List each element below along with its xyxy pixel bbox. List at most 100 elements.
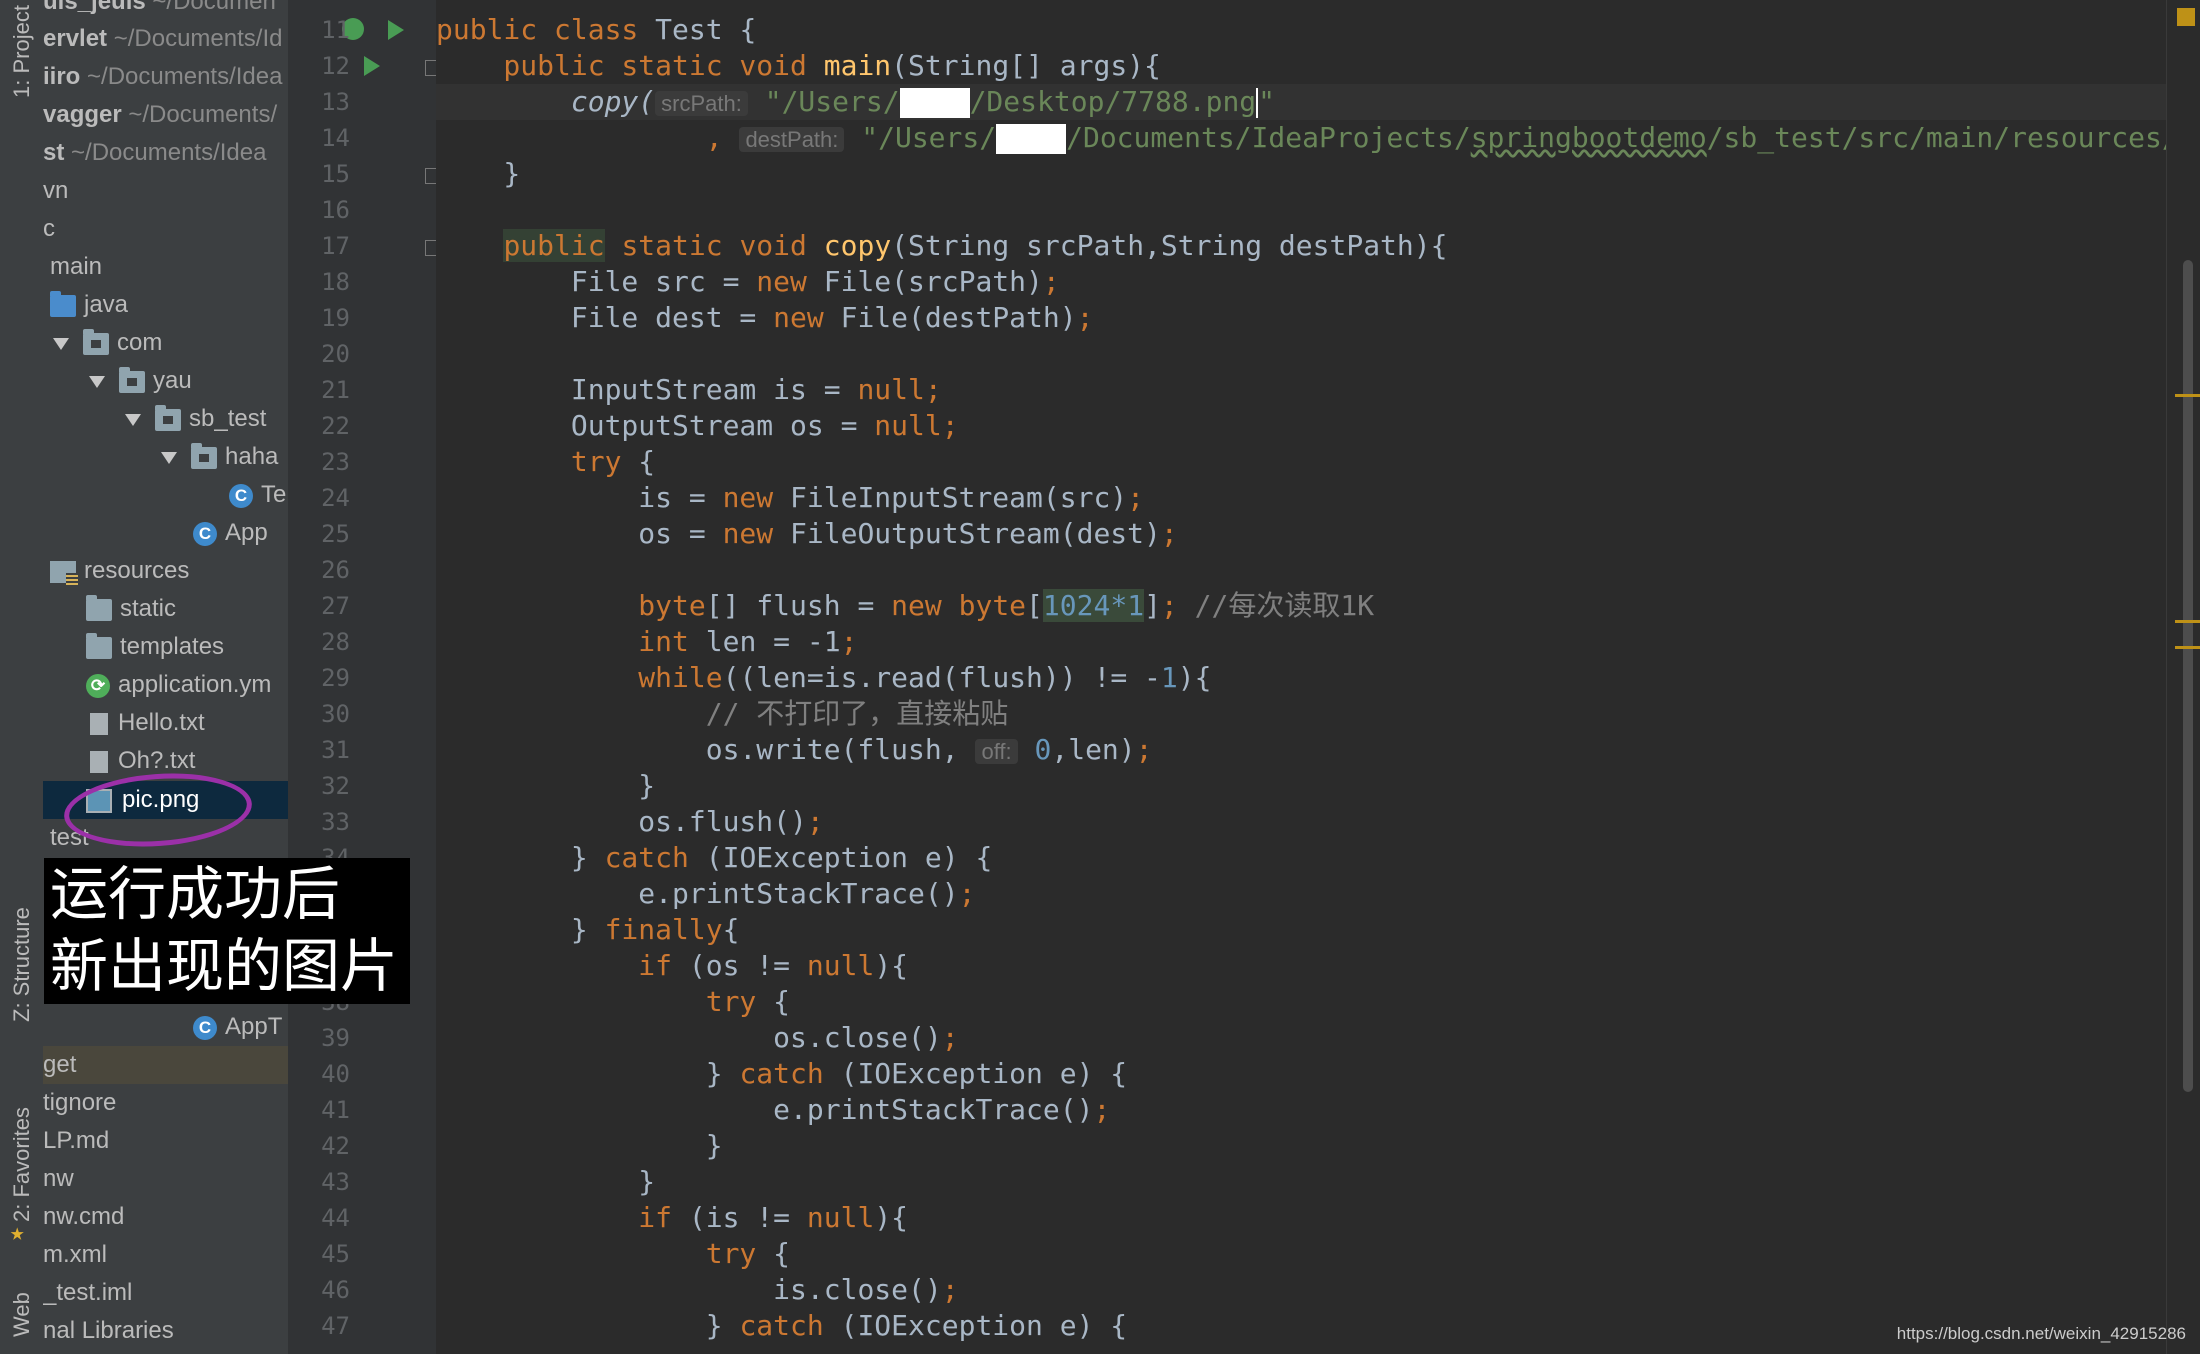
expand-arrow-icon[interactable]: [53, 337, 69, 350]
tree-item-sb-test[interactable]: sb_test: [43, 400, 288, 438]
line-number: 28: [321, 628, 350, 656]
tree-item[interactable]: m.xml: [43, 1236, 288, 1274]
line-number: 40: [321, 1060, 350, 1088]
editor-scrollbar[interactable]: [2166, 0, 2200, 1354]
tree-item-app[interactable]: C App: [43, 514, 288, 552]
tree-item-yau[interactable]: yau: [43, 362, 288, 400]
tree-item-label: Hello.txt: [118, 709, 205, 736]
line-number: 26: [321, 556, 350, 584]
tree-item-label: get: [43, 1051, 77, 1078]
line-number: 23: [321, 448, 350, 476]
project-tab-label: 1: Project: [9, 5, 34, 99]
warning-marker[interactable]: [2175, 620, 2200, 623]
caption-line-1: 运行成功后: [50, 860, 341, 928]
param-hint: off:: [975, 739, 1018, 764]
class-icon: C: [193, 1015, 217, 1040]
redacted-username: [996, 124, 1067, 154]
tree-item-templates[interactable]: templates: [43, 628, 288, 666]
code-editor[interactable]: public class Test { public static void m…: [436, 0, 2166, 1354]
run-icon[interactable]: [388, 20, 404, 40]
package-icon: [155, 404, 181, 431]
code-line: }: [436, 769, 656, 802]
code-line: File src = new File(srcPath);: [436, 265, 1060, 298]
tree-item[interactable]: ervlet ~/Documents/Id: [43, 20, 288, 58]
code-line: } catch (IOException e) {: [705, 1057, 1128, 1090]
tree-item-application-yml[interactable]: ⟳ application.ym: [43, 666, 288, 704]
tree-item[interactable]: nw: [43, 1160, 288, 1198]
tree-item[interactable]: _test.iml: [43, 1274, 288, 1312]
tree-item-static[interactable]: static: [43, 590, 288, 628]
tree-item-main[interactable]: main: [43, 248, 288, 286]
tree-item[interactable]: c: [43, 210, 288, 248]
star-icon: ★: [10, 1218, 25, 1246]
spring-boot-class-icon: C: [193, 521, 217, 546]
line-number: 42: [321, 1132, 350, 1160]
tree-item-label: Oh?.txt: [118, 747, 196, 774]
tree-item-label: LP.md: [43, 1127, 110, 1154]
line-number: 13: [321, 88, 350, 116]
text-file-icon: [90, 712, 108, 735]
tree-item-label: c: [43, 215, 55, 242]
warning-marker[interactable]: [2175, 394, 2200, 397]
tree-item-target[interactable]: get: [43, 1046, 288, 1084]
line-number: 30: [321, 700, 350, 728]
tree-item-label: ervlet: [43, 25, 108, 52]
line-number: 11: [321, 16, 350, 44]
line-number: 19: [321, 304, 350, 332]
code-line: e.printStackTrace();: [436, 877, 976, 910]
tree-item[interactable]: nal Libraries: [43, 1312, 288, 1350]
code-line: } catch (IOException e) {: [705, 1309, 1128, 1342]
warning-indicator-icon[interactable]: [2177, 8, 2195, 26]
line-number: 15: [321, 160, 350, 188]
tree-item-haha[interactable]: haha: [43, 438, 288, 476]
tree-item-label: st: [43, 139, 65, 166]
line-number: 20: [321, 340, 350, 368]
tree-item-label: App: [225, 519, 268, 546]
tree-item[interactable]: tignore: [43, 1084, 288, 1122]
expand-arrow-icon[interactable]: [89, 375, 105, 388]
tree-item-label: sb_test: [189, 405, 267, 432]
line-number: 46: [321, 1276, 350, 1304]
code-line: is = new FileInputStream(src);: [436, 481, 1145, 514]
line-number: 33: [321, 808, 350, 836]
caption-overlay: 运行成功后 新出现的图片: [44, 858, 410, 1004]
tree-item-label: haha: [225, 443, 279, 470]
tree-item-apptest[interactable]: C AppT: [43, 1008, 288, 1046]
code-line: os.flush();: [436, 805, 824, 838]
tree-item[interactable]: LP.md: [43, 1122, 288, 1160]
line-number: 27: [321, 592, 350, 620]
tree-item-com[interactable]: com: [43, 324, 288, 362]
tree-item[interactable]: vagger ~/Documents/: [43, 96, 288, 134]
expand-arrow-icon[interactable]: [161, 451, 177, 464]
warning-marker[interactable]: [2175, 646, 2200, 649]
tree-item-hello-txt[interactable]: Hello.txt: [43, 704, 288, 742]
expand-arrow-icon[interactable]: [125, 413, 141, 426]
tree-item[interactable]: vn: [43, 172, 288, 210]
code-line: try {: [570, 445, 656, 478]
web-tab-label: Web: [9, 1292, 34, 1338]
project-tab[interactable]: 1: Project: [4, 4, 40, 100]
code-line: } finally{: [436, 913, 740, 946]
tree-item-label: nal Libraries: [43, 1317, 174, 1344]
line-number: 25: [321, 520, 350, 548]
redacted-username: [899, 88, 970, 118]
tree-item-test-class[interactable]: C Te: [43, 476, 288, 514]
tree-item[interactable]: uis_jeuis ~/Documen: [43, 0, 288, 21]
tree-item-label: tignore: [43, 1089, 117, 1116]
tree-item-resources[interactable]: resources: [43, 552, 288, 590]
param-hint: destPath:: [739, 127, 845, 152]
code-line: os.write(flush, off: 0,len);: [705, 733, 1153, 766]
tree-item[interactable]: st ~/Documents/Idea: [43, 134, 288, 172]
tree-item-java[interactable]: java: [43, 286, 288, 324]
scrollbar-thumb[interactable]: [2183, 260, 2193, 1092]
tree-item-path: ~/Documents/: [128, 101, 278, 128]
tool-window-strip: 1: Project Z: Structure 2: Favorites ★ W…: [0, 0, 44, 1354]
web-tab[interactable]: Web: [4, 1280, 40, 1350]
tree-item-label: iiro: [43, 63, 81, 90]
tree-item[interactable]: iiro ~/Documents/Idea: [43, 58, 288, 96]
code-line: try {: [705, 985, 791, 1018]
structure-tab[interactable]: Z: Structure: [4, 880, 40, 1050]
package-icon: [119, 366, 145, 393]
run-main-icon[interactable]: [364, 56, 380, 76]
tree-item[interactable]: nw.cmd: [43, 1198, 288, 1236]
